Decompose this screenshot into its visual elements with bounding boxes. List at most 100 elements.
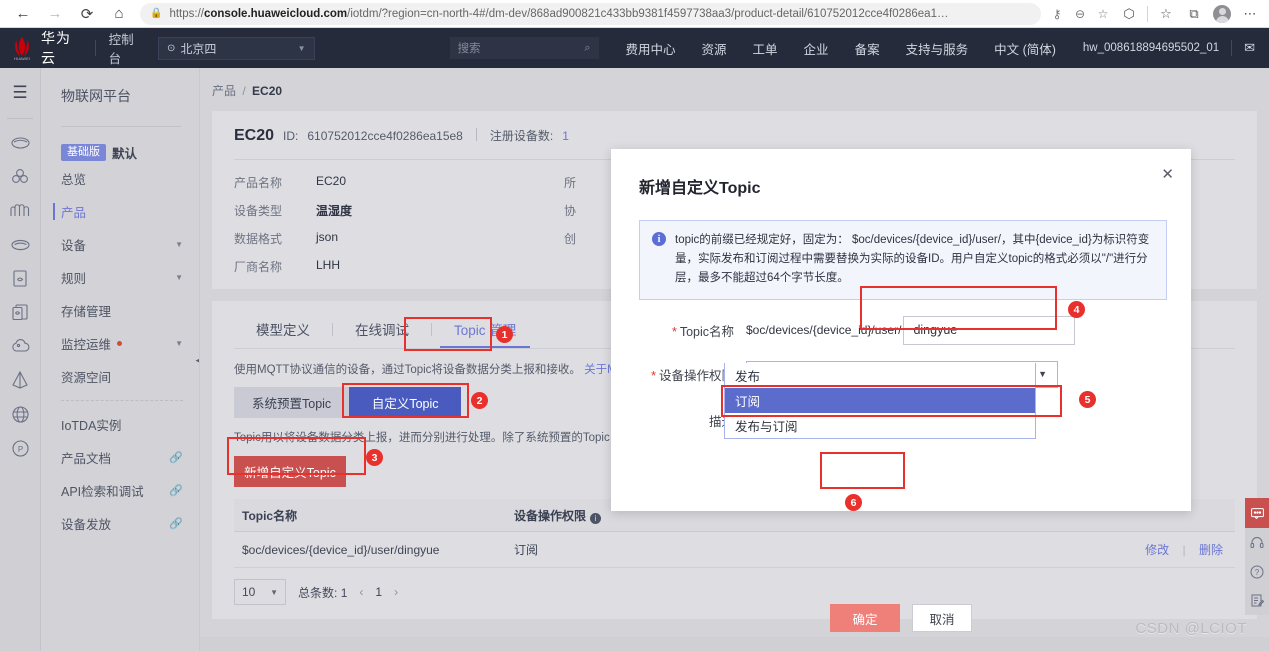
cloud-upload-icon[interactable] [6,331,34,361]
sidebar-item-api-explorer[interactable]: API检索和调试 🔗 [41,474,199,507]
cluster-icon[interactable] [6,161,34,191]
p-circle-icon[interactable]: P [6,433,34,463]
info-icon[interactable]: i [590,512,602,524]
lock-icon: 🔒 [150,8,163,19]
reload-icon[interactable]: ⟳ [72,2,102,26]
cloud-icon[interactable] [6,127,34,157]
home-icon[interactable]: ⌂ [104,2,134,26]
breadcrumb-parent[interactable]: 产品 [212,84,236,98]
sidebar-item-label: 设备发放 [61,518,112,532]
nav-item-support[interactable]: 支持与服务 [893,39,982,58]
address-bar-actions: ⚷ ⊖ ☆ [1047,4,1116,24]
segment-custom-topic[interactable]: 自定义Topic [349,387,462,418]
back-icon[interactable]: ← [8,2,38,26]
document-icon[interactable] [6,263,34,293]
wave-icon[interactable] [6,195,34,225]
sidebar-item-resource-space[interactable]: 资源空间 [41,360,199,393]
sidebar-item-device[interactable]: 设备 ▼ [41,228,199,261]
nav-item-resources[interactable]: 资源 [689,39,740,58]
forward-icon[interactable]: → [40,2,70,26]
pyramid-icon[interactable] [6,365,34,395]
nav-item-enterprise[interactable]: 企业 [791,39,842,58]
page-size-select[interactable]: 10 ▼ [234,579,286,605]
chevron-down-icon: ▼ [175,339,183,348]
external-link-icon: 🔗 [169,452,183,464]
column-header-topic-name: Topic名称 [242,508,298,523]
favorite-star-icon[interactable]: ☆ [1093,4,1113,24]
nav-item-tickets[interactable]: 工单 [740,39,791,58]
nav-item-icp[interactable]: 备案 [842,39,893,58]
sidebar-item-device-provisioning[interactable]: 设备发放 🔗 [41,507,199,540]
copy-icon[interactable] [6,297,34,327]
hamburger-menu-icon[interactable]: ☰ [6,78,34,108]
version-badge: 基础版 [61,143,106,162]
help-icon[interactable]: ? [1245,557,1269,586]
segment-system-topic[interactable]: 系统预置Topic [234,387,350,418]
dropdown-option-publish-subscribe[interactable]: 发布与订阅 [725,413,1035,438]
browser-toolbar: ← → ⟳ ⌂ 🔒 https://console.huaweicloud.co… [0,0,1269,28]
info-alert-text: topic的前缀已经规定好，固定为： $oc/devices/{device_i… [675,234,1150,284]
topic-name-input[interactable]: dingyue [903,315,1076,345]
next-page-icon[interactable]: › [394,585,398,599]
tab-groups-icon[interactable]: ⧉ [1181,2,1207,26]
add-custom-topic-button[interactable]: 新增自定义Topic [234,456,346,487]
mail-icon[interactable]: ✉ [1244,40,1269,56]
account-name[interactable]: hw_008618894695502_01 [1083,42,1219,54]
product-info-column-right: 所 协 创 [564,174,576,275]
region-selector[interactable]: ⊙ 北京四 ▼ [157,36,315,60]
info-value: EC20 [316,174,347,188]
confirm-button[interactable]: 确定 [830,604,900,632]
required-asterisk: * [671,324,677,339]
page-number-1[interactable]: 1 [375,585,382,599]
edit-link[interactable]: 修改 [1145,543,1169,557]
sidebar-item-overview[interactable]: 总览 [41,162,199,195]
delete-link[interactable]: 删除 [1199,543,1223,557]
sidebar-item-product[interactable]: 产品 [41,195,199,228]
more-options-icon[interactable]: ⋯ [1237,2,1263,26]
close-icon[interactable]: ✕ [1161,165,1174,183]
console-link[interactable]: 控制台 [109,29,144,67]
chevron-down-icon: ▼ [297,43,306,53]
topic-name-label: * Topic名称 [671,324,734,339]
dialog-title: 新增自定义Topic [639,180,761,197]
sidebar-item-storage[interactable]: 存储管理 [41,294,199,327]
nav-item-billing[interactable]: 费用中心 [613,39,689,58]
form-row-topic-name: * Topic名称 $oc/devices/{device_id}/user/ d… [611,315,1191,345]
dropdown-option-publish[interactable]: 发布 [725,363,1035,388]
feedback-icon[interactable] [1245,586,1269,615]
headset-icon[interactable] [1245,528,1269,557]
notification-dot-icon [117,341,123,346]
product-info-column-left: 产品名称 EC20 设备类型 温湿度 数据格式 json 厂商名称 LHH [234,174,564,275]
globe-icon[interactable] [6,399,34,429]
tab-online-debug[interactable]: 在线调试 [333,311,431,348]
topic-name-value: dingyue [913,323,958,338]
huawei-top-nav: HUAWEI 华为云 控制台 ⊙ 北京四 ▼ 搜索 ⌕ 费用中心 资源 工单 企… [0,28,1269,68]
key-icon[interactable]: ⚷ [1047,4,1067,24]
prev-page-icon[interactable]: ‹ [359,585,363,599]
nav-item-language[interactable]: 中文 (简体) [981,39,1069,58]
global-search-input[interactable]: 搜索 ⌕ [449,37,599,59]
sidebar-item-monitoring[interactable]: 监控运维 ▼ [41,327,199,360]
huawei-logo[interactable]: HUAWEI 华为云 [0,28,82,68]
brand-name: 华为云 [41,30,71,66]
sidebar-item-iotda-instance[interactable]: IoTDA实例 [41,408,199,441]
tab-topic-management[interactable]: Topic 管理 [432,311,538,348]
zoom-out-icon[interactable]: ⊖ [1070,4,1090,24]
dialog-actions: 确定 取消 [611,604,1191,632]
sidebar-version-row[interactable]: 基础版 默认 [41,127,199,162]
info-key-partial-2: 协 [564,204,577,218]
tab-model-definition[interactable]: 模型定义 [234,311,332,348]
sidebar-item-product-docs[interactable]: 产品文档 🔗 [41,441,199,474]
dropdown-option-subscribe[interactable]: 订阅 [725,388,1035,413]
split-screen-icon[interactable]: ⬡ [1116,2,1142,26]
info-key: 设备类型 [234,204,283,218]
collections-icon[interactable]: ☆ [1153,2,1179,26]
svg-text:HUAWEI: HUAWEI [14,56,30,61]
top-nav-menu: 费用中心 资源 工单 企业 备案 支持与服务 中文 (简体) [613,39,1069,58]
disk-icon[interactable] [6,229,34,259]
cancel-button[interactable]: 取消 [912,604,972,632]
sidebar-item-rules[interactable]: 规则 ▼ [41,261,199,294]
chat-support-icon[interactable] [1245,498,1269,528]
address-bar[interactable]: 🔒 https://console.huaweicloud.com/iotdm/… [140,2,1041,25]
profile-avatar-icon[interactable] [1209,2,1235,26]
